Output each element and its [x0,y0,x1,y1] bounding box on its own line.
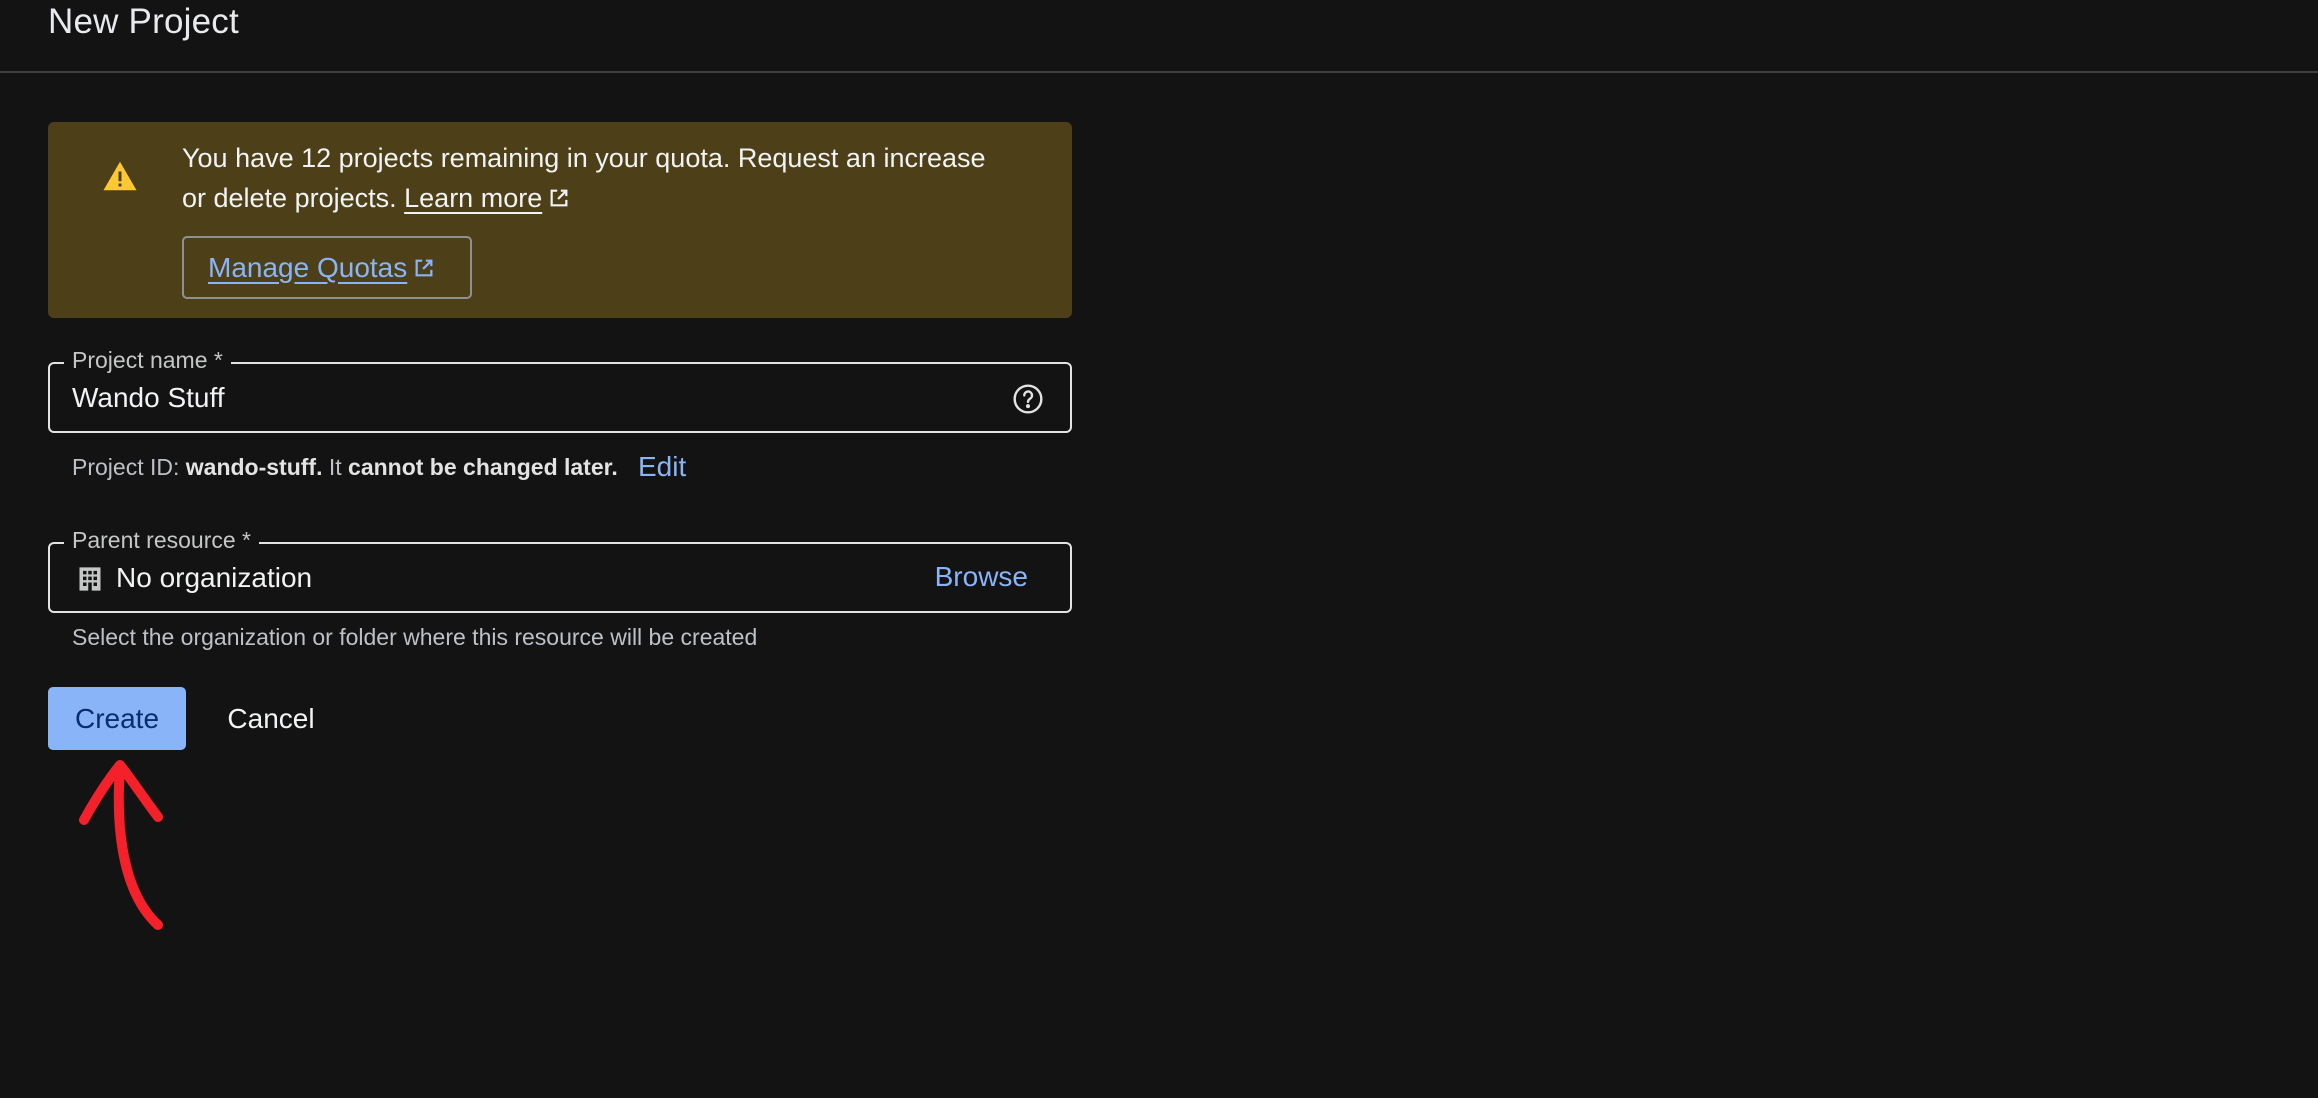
warning-icon [103,161,137,191]
quota-warning-banner: You have 12 projects remaining in your q… [48,122,1072,318]
project-id-hint: Project ID: wando-stuff. It cannot be ch… [72,454,618,481]
create-button[interactable]: Create [48,687,186,750]
red-arrow-annotation [79,760,163,930]
page-title: New Project [48,2,239,41]
project-name-field[interactable]: Project name * Wando Stuff [48,345,1072,433]
quota-message: You have 12 projects remaining in your q… [182,138,1042,218]
project-id-prefix: Project ID: [72,454,180,480]
project-name-input[interactable]: Wando Stuff [72,382,225,414]
project-id-warning: cannot be changed later. [348,454,618,480]
project-id-value: wando-stuff. [185,454,323,480]
quota-message-line1: You have 12 projects remaining in your q… [182,143,986,173]
project-id-middle: It [328,454,342,480]
cancel-button[interactable]: Cancel [210,687,332,750]
project-name-label: Project name * [64,345,231,375]
external-link-icon [415,259,433,276]
browse-button[interactable]: Browse [935,561,1028,593]
parent-resource-field[interactable]: Parent resource * No organization Browse [48,525,1072,613]
parent-resource-label: Parent resource * [64,525,259,555]
learn-more-link[interactable]: Learn more [404,183,542,213]
parent-resource-value: No organization [116,562,313,593]
manage-quotas-label: Manage Quotas [208,251,408,283]
edit-project-id-link[interactable]: Edit [638,451,686,483]
help-circle-icon[interactable] [1012,383,1044,415]
parent-resource-hint: Select the organization or folder where … [72,624,758,650]
manage-quotas-button[interactable]: Manage Quotas [182,236,472,299]
quota-message-line2: or delete projects. [182,183,397,213]
organization-icon [79,567,101,591]
external-link-icon [550,189,568,207]
page-header: New Project [0,0,2318,73]
learn-more-label: Learn more [404,183,543,213]
